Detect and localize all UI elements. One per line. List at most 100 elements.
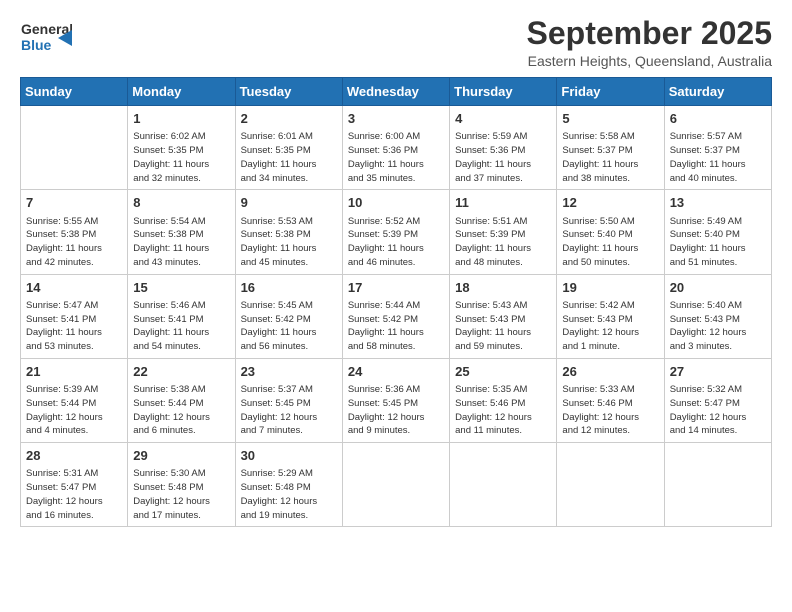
day-number: 23: [241, 363, 337, 381]
col-header-tuesday: Tuesday: [235, 78, 342, 106]
day-number: 21: [26, 363, 122, 381]
day-number: 1: [133, 110, 229, 128]
day-number: 5: [562, 110, 658, 128]
logo-icon: General Blue: [20, 16, 72, 58]
day-number: 24: [348, 363, 444, 381]
location-subtitle: Eastern Heights, Queensland, Australia: [527, 53, 772, 69]
week-row-5: 28 Sunrise: 5:31 AMSunset: 5:47 PMDayligh…: [21, 443, 772, 527]
calendar-cell: 22Sunrise: 5:38 AMSunset: 5:44 PMDayligh…: [128, 358, 235, 442]
day-info: Sunrise: 5:32 AMSunset: 5:47 PMDaylight:…: [670, 383, 766, 438]
day-info: Sunrise: 5:46 AMSunset: 5:41 PMDaylight:…: [133, 299, 229, 354]
calendar-cell: 12Sunrise: 5:50 AMSunset: 5:40 PMDayligh…: [557, 190, 664, 274]
day-info: Sunrise: 5:45 AMSunset: 5:42 PMDaylight:…: [241, 299, 337, 354]
calendar-header: SundayMondayTuesdayWednesdayThursdayFrid…: [21, 78, 772, 106]
day-number: 19: [562, 279, 658, 297]
day-info: Sunrise: 5:53 AMSunset: 5:38 PMDaylight:…: [241, 215, 337, 270]
day-info: Sunrise: 5:31 AMSunset: 5:47 PMDaylight:…: [26, 467, 122, 522]
logo: General Blue: [20, 16, 72, 63]
calendar-cell: 5 Sunrise: 5:58 AMSunset: 5:37 PMDaylight…: [557, 106, 664, 190]
calendar-cell: 2 Sunrise: 6:01 AMSunset: 5:35 PMDaylight…: [235, 106, 342, 190]
day-number: 26: [562, 363, 658, 381]
day-number: 8: [133, 194, 229, 212]
day-info: Sunrise: 5:38 AMSunset: 5:44 PMDaylight:…: [133, 383, 229, 438]
day-number: 16: [241, 279, 337, 297]
col-header-saturday: Saturday: [664, 78, 771, 106]
col-header-wednesday: Wednesday: [342, 78, 449, 106]
calendar-cell: 6Sunrise: 5:57 AMSunset: 5:37 PMDaylight…: [664, 106, 771, 190]
day-info: Sunrise: 5:49 AMSunset: 5:40 PMDaylight:…: [670, 215, 766, 270]
calendar-table: SundayMondayTuesdayWednesdayThursdayFrid…: [20, 77, 772, 527]
calendar-cell: 8 Sunrise: 5:54 AMSunset: 5:38 PMDaylight…: [128, 190, 235, 274]
day-number: 20: [670, 279, 766, 297]
calendar-cell: 3 Sunrise: 6:00 AMSunset: 5:36 PMDaylight…: [342, 106, 449, 190]
calendar-cell: [342, 443, 449, 527]
day-number: 6: [670, 110, 766, 128]
day-number: 2: [241, 110, 337, 128]
day-number: 28: [26, 447, 122, 465]
day-info: Sunrise: 5:39 AMSunset: 5:44 PMDaylight:…: [26, 383, 122, 438]
calendar-cell: [664, 443, 771, 527]
calendar-cell: 4 Sunrise: 5:59 AMSunset: 5:36 PMDaylight…: [450, 106, 557, 190]
week-row-3: 14 Sunrise: 5:47 AMSunset: 5:41 PMDayligh…: [21, 274, 772, 358]
day-number: 27: [670, 363, 766, 381]
col-header-monday: Monday: [128, 78, 235, 106]
calendar-cell: 16 Sunrise: 5:45 AMSunset: 5:42 PMDayligh…: [235, 274, 342, 358]
day-info: Sunrise: 6:01 AMSunset: 5:35 PMDaylight:…: [241, 130, 337, 185]
calendar-cell: 19 Sunrise: 5:42 AMSunset: 5:43 PMDayligh…: [557, 274, 664, 358]
day-info: Sunrise: 5:43 AMSunset: 5:43 PMDaylight:…: [455, 299, 551, 354]
calendar-cell: 11 Sunrise: 5:51 AMSunset: 5:39 PMDayligh…: [450, 190, 557, 274]
day-info: Sunrise: 5:29 AMSunset: 5:48 PMDaylight:…: [241, 467, 337, 522]
day-number: 7: [26, 194, 122, 212]
svg-text:Blue: Blue: [21, 37, 52, 53]
week-row-2: 7 Sunrise: 5:55 AMSunset: 5:38 PMDaylight…: [21, 190, 772, 274]
calendar-cell: 1Sunrise: 6:02 AMSunset: 5:35 PMDaylight…: [128, 106, 235, 190]
day-info: Sunrise: 5:51 AMSunset: 5:39 PMDaylight:…: [455, 215, 551, 270]
calendar-cell: 18 Sunrise: 5:43 AMSunset: 5:43 PMDayligh…: [450, 274, 557, 358]
calendar-cell: 26 Sunrise: 5:33 AMSunset: 5:46 PMDayligh…: [557, 358, 664, 442]
day-info: Sunrise: 5:42 AMSunset: 5:43 PMDaylight:…: [562, 299, 658, 354]
calendar-cell: 21 Sunrise: 5:39 AMSunset: 5:44 PMDayligh…: [21, 358, 128, 442]
day-number: 3: [348, 110, 444, 128]
day-number: 18: [455, 279, 551, 297]
calendar-cell: 17Sunrise: 5:44 AMSunset: 5:42 PMDayligh…: [342, 274, 449, 358]
day-info: Sunrise: 5:33 AMSunset: 5:46 PMDaylight:…: [562, 383, 658, 438]
calendar-cell: 10 Sunrise: 5:52 AMSunset: 5:39 PMDayligh…: [342, 190, 449, 274]
day-number: 12: [562, 194, 658, 212]
calendar-cell: 28 Sunrise: 5:31 AMSunset: 5:47 PMDayligh…: [21, 443, 128, 527]
day-info: Sunrise: 5:40 AMSunset: 5:43 PMDaylight:…: [670, 299, 766, 354]
day-info: Sunrise: 5:59 AMSunset: 5:36 PMDaylight:…: [455, 130, 551, 185]
day-info: Sunrise: 5:55 AMSunset: 5:38 PMDaylight:…: [26, 215, 122, 270]
day-info: Sunrise: 5:47 AMSunset: 5:41 PMDaylight:…: [26, 299, 122, 354]
day-number: 25: [455, 363, 551, 381]
calendar-cell: [21, 106, 128, 190]
calendar-cell: 15 Sunrise: 5:46 AMSunset: 5:41 PMDayligh…: [128, 274, 235, 358]
day-number: 9: [241, 194, 337, 212]
day-info: Sunrise: 6:00 AMSunset: 5:36 PMDaylight:…: [348, 130, 444, 185]
day-info: Sunrise: 5:58 AMSunset: 5:37 PMDaylight:…: [562, 130, 658, 185]
title-block: September 2025 Eastern Heights, Queensla…: [527, 16, 772, 69]
calendar-cell: 7 Sunrise: 5:55 AMSunset: 5:38 PMDaylight…: [21, 190, 128, 274]
day-number: 14: [26, 279, 122, 297]
day-info: Sunrise: 5:35 AMSunset: 5:46 PMDaylight:…: [455, 383, 551, 438]
col-header-friday: Friday: [557, 78, 664, 106]
col-header-sunday: Sunday: [21, 78, 128, 106]
day-number: 11: [455, 194, 551, 212]
col-header-thursday: Thursday: [450, 78, 557, 106]
day-number: 29: [133, 447, 229, 465]
calendar-cell: [557, 443, 664, 527]
day-number: 30: [241, 447, 337, 465]
day-number: 15: [133, 279, 229, 297]
day-info: Sunrise: 5:52 AMSunset: 5:39 PMDaylight:…: [348, 215, 444, 270]
day-number: 4: [455, 110, 551, 128]
calendar-cell: 30 Sunrise: 5:29 AMSunset: 5:48 PMDayligh…: [235, 443, 342, 527]
calendar-cell: 23 Sunrise: 5:37 AMSunset: 5:45 PMDayligh…: [235, 358, 342, 442]
calendar-cell: 27 Sunrise: 5:32 AMSunset: 5:47 PMDayligh…: [664, 358, 771, 442]
page-header: General Blue September 2025 Eastern Heig…: [20, 16, 772, 69]
day-number: 10: [348, 194, 444, 212]
day-info: Sunrise: 5:54 AMSunset: 5:38 PMDaylight:…: [133, 215, 229, 270]
calendar-cell: 14 Sunrise: 5:47 AMSunset: 5:41 PMDayligh…: [21, 274, 128, 358]
day-info: Sunrise: 5:37 AMSunset: 5:45 PMDaylight:…: [241, 383, 337, 438]
calendar-cell: 9 Sunrise: 5:53 AMSunset: 5:38 PMDaylight…: [235, 190, 342, 274]
calendar-cell: 13Sunrise: 5:49 AMSunset: 5:40 PMDayligh…: [664, 190, 771, 274]
day-info: Sunrise: 5:36 AMSunset: 5:45 PMDaylight:…: [348, 383, 444, 438]
